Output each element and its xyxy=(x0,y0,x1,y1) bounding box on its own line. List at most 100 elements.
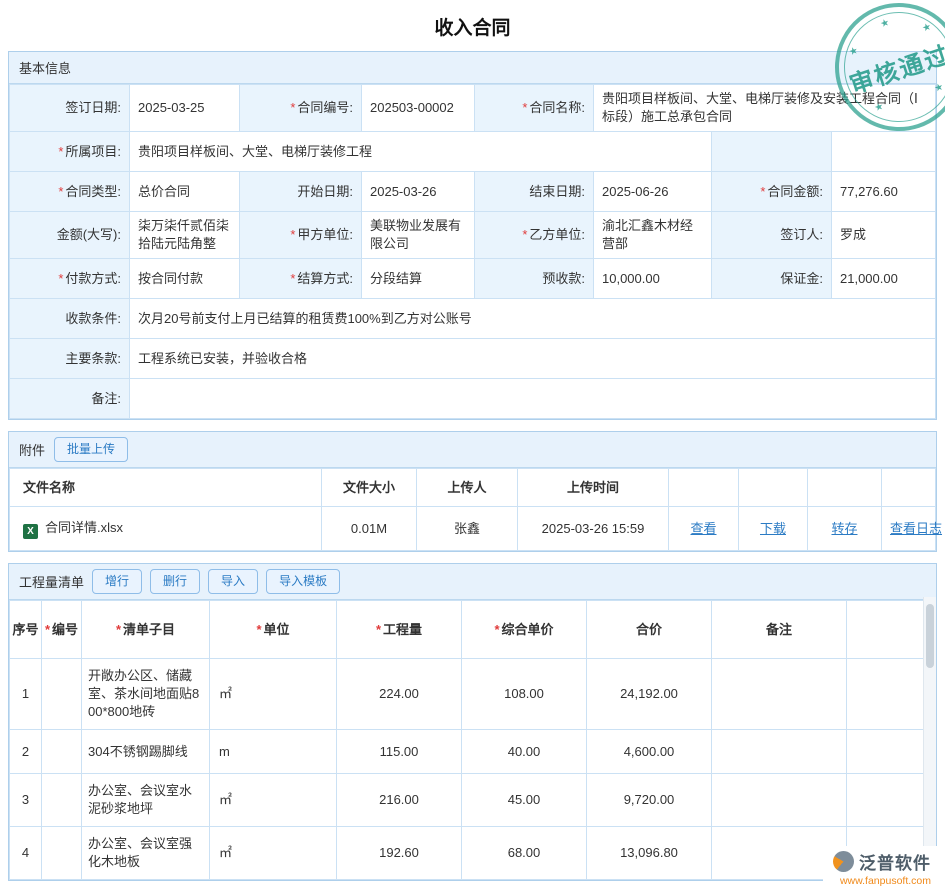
file-size: 0.01M xyxy=(322,507,417,551)
amount-words-label: 金额(大写): xyxy=(57,227,121,242)
row-index: 3 xyxy=(10,774,42,827)
row-unit[interactable]: m xyxy=(210,730,337,774)
transfer-link[interactable]: 转存 xyxy=(831,521,857,536)
row-code[interactable] xyxy=(42,730,82,774)
col-quantity: *工程量 xyxy=(337,601,462,659)
row-quantity[interactable]: 224.00 xyxy=(337,659,462,730)
empty-label-cell xyxy=(712,132,832,172)
col-actions-blank xyxy=(882,469,936,507)
basic-info-title: 基本信息 xyxy=(19,58,71,77)
required-marker: * xyxy=(522,227,527,242)
settle-method-label: 结算方式: xyxy=(297,271,353,286)
contract-name-value: 贵阳项目样板间、大堂、电梯厅装修及安装工程合同（Ⅰ标段）施工总承包合同 xyxy=(594,85,936,132)
main-terms-label: 主要条款: xyxy=(65,351,121,366)
row-index: 4 xyxy=(10,827,42,880)
col-quantity-label: 工程量 xyxy=(383,622,422,637)
signer-label-cell: 签订人: xyxy=(712,212,832,259)
col-unit-label: 单位 xyxy=(264,622,290,637)
settle-method-label-cell: *结算方式: xyxy=(240,259,362,299)
remark-value xyxy=(130,379,936,419)
amount-label-cell: *合同金额: xyxy=(712,172,832,212)
row-unit-price[interactable]: 68.00 xyxy=(462,827,587,880)
file-name-cell: X合同详情.xlsx xyxy=(10,507,322,551)
row-quantity[interactable]: 115.00 xyxy=(337,730,462,774)
empty-value-cell xyxy=(832,132,936,172)
row-code[interactable] xyxy=(42,774,82,827)
file-log-cell: 查看日志 xyxy=(882,507,936,551)
row-unit-price[interactable]: 108.00 xyxy=(462,659,587,730)
row-item[interactable]: 办公室、会议室强化木地板 xyxy=(82,827,210,880)
row-quantity[interactable]: 192.60 xyxy=(337,827,462,880)
add-row-button[interactable]: 增行 xyxy=(92,569,142,594)
batch-upload-button[interactable]: 批量上传 xyxy=(54,437,128,462)
file-uploader: 张鑫 xyxy=(417,507,518,551)
required-marker: * xyxy=(45,622,50,637)
boq-table: 序号 *编号 *清单子目 *单位 *工程量 *综合单价 合价 备注 1 开敞办公… xyxy=(9,600,936,880)
view-link[interactable]: 查看 xyxy=(690,521,716,536)
row-unit[interactable]: ㎡ xyxy=(210,827,337,880)
row-code[interactable] xyxy=(42,659,82,730)
required-marker: * xyxy=(522,100,527,115)
sign-date-label: 签订日期: xyxy=(65,100,121,115)
attachment-row: X合同详情.xlsx 0.01M 张鑫 2025-03-26 15:59 查看 … xyxy=(10,507,936,551)
contract-no-label: 合同编号: xyxy=(297,100,353,115)
row-unit-price[interactable]: 40.00 xyxy=(462,730,587,774)
download-link[interactable]: 下载 xyxy=(760,521,786,536)
sign-date-value: 2025-03-25 xyxy=(130,85,240,132)
basic-row: *所属项目: 贵阳项目样板间、大堂、电梯厅装修工程 xyxy=(10,132,936,172)
file-view-cell: 查看 xyxy=(669,507,739,551)
import-button[interactable]: 导入 xyxy=(208,569,258,594)
col-file-name: 文件名称 xyxy=(10,469,322,507)
row-code[interactable] xyxy=(42,827,82,880)
row-unit-price[interactable]: 45.00 xyxy=(462,774,587,827)
row-total: 24,192.00 xyxy=(587,659,712,730)
boq-header: 工程量清单 增行 删行 导入 导入模板 xyxy=(9,564,936,600)
start-date-value: 2025-03-26 xyxy=(362,172,475,212)
row-quantity[interactable]: 216.00 xyxy=(337,774,462,827)
row-remark[interactable] xyxy=(712,659,847,730)
row-item[interactable]: 304不锈钢踢脚线 xyxy=(82,730,210,774)
required-marker: * xyxy=(58,184,63,199)
import-template-button[interactable]: 导入模板 xyxy=(266,569,340,594)
col-total: 合价 xyxy=(587,601,712,659)
boq-row: 1 开敞办公区、储藏室、茶水间地面贴800*800地砖 ㎡ 224.00 108… xyxy=(10,659,936,730)
vertical-scrollbar[interactable] xyxy=(923,597,936,880)
receive-condition-label-cell: 收款条件: xyxy=(10,299,130,339)
brand-watermark: 泛普软件 www.fanpusoft.com xyxy=(823,846,937,891)
party-a-value: 美联物业发展有限公司 xyxy=(362,212,475,259)
col-file-size: 文件大小 xyxy=(322,469,417,507)
party-b-label: 乙方单位: xyxy=(529,227,585,242)
col-unit: *单位 xyxy=(210,601,337,659)
pay-method-label-cell: *付款方式: xyxy=(10,259,130,299)
row-unit[interactable]: ㎡ xyxy=(210,659,337,730)
view-log-link[interactable]: 查看日志 xyxy=(890,521,942,536)
row-item[interactable]: 开敞办公区、储藏室、茶水间地面贴800*800地砖 xyxy=(82,659,210,730)
row-remark[interactable] xyxy=(712,774,847,827)
brand-url: www.fanpusoft.com xyxy=(833,875,931,887)
row-index: 2 xyxy=(10,730,42,774)
basic-row: 备注: xyxy=(10,379,936,419)
page-title: 收入合同 xyxy=(0,0,945,51)
col-upload-time: 上传时间 xyxy=(518,469,669,507)
basic-row: 收款条件: 次月20号前支付上月已结算的租赁费100%到乙方对公账号 xyxy=(10,299,936,339)
project-label: 所属项目: xyxy=(65,144,121,159)
row-remark[interactable] xyxy=(712,730,847,774)
file-name: 合同详情.xlsx xyxy=(45,520,123,535)
deposit-value: 21,000.00 xyxy=(832,259,936,299)
contract-no-label-cell: *合同编号: xyxy=(240,85,362,132)
row-unit[interactable]: ㎡ xyxy=(210,774,337,827)
required-marker: * xyxy=(58,271,63,286)
col-actions-blank xyxy=(739,469,808,507)
basic-info-section: 基本信息 签订日期: 2025-03-25 *合同编号: 202503-0000… xyxy=(8,51,937,420)
attachments-title: 附件 xyxy=(19,440,45,459)
file-download-cell: 下载 xyxy=(739,507,808,551)
row-item[interactable]: 办公室、会议室水泥砂浆地坪 xyxy=(82,774,210,827)
signer-label: 签订人: xyxy=(780,227,823,242)
delete-row-button[interactable]: 删行 xyxy=(150,569,200,594)
col-actions-blank xyxy=(808,469,882,507)
scrollbar-thumb[interactable] xyxy=(926,604,934,668)
boq-section: 工程量清单 增行 删行 导入 导入模板 序号 *编号 *清单子目 *单位 *工程… xyxy=(8,563,937,881)
col-code: *编号 xyxy=(42,601,82,659)
contract-type-label-cell: *合同类型: xyxy=(10,172,130,212)
boq-header-row: 序号 *编号 *清单子目 *单位 *工程量 *综合单价 合价 备注 xyxy=(10,601,936,659)
